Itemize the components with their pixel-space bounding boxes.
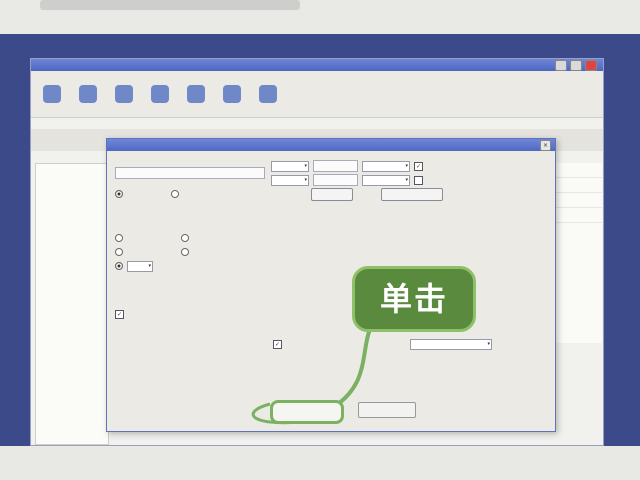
disk-field[interactable] (115, 167, 265, 179)
advanced-settings: ✓ (271, 155, 531, 201)
rebuild-mbr-option: ✓ (115, 307, 265, 321)
app-titlebar (31, 59, 603, 71)
disk-section (115, 155, 265, 179)
note-line-1 (115, 375, 515, 385)
save-icon (43, 85, 61, 103)
menu-bar (31, 71, 603, 83)
radio-count-6[interactable] (181, 248, 189, 256)
radio-count-4[interactable] (181, 234, 189, 242)
page-bottom (0, 446, 640, 480)
close-button[interactable] (585, 60, 597, 71)
page-top (0, 0, 640, 34)
minimize-button[interactable] (555, 60, 567, 71)
right-panel (551, 163, 602, 343)
tool-save[interactable] (37, 83, 67, 103)
tree-item[interactable] (36, 182, 108, 191)
radio-gpt[interactable] (171, 190, 179, 198)
align-option: ✓ (273, 337, 533, 351)
disk-section-label (115, 155, 265, 164)
tree-item[interactable] (36, 173, 108, 182)
partition-2-label-select[interactable] (362, 174, 410, 186)
right-panel-row (552, 208, 602, 223)
tool-delete[interactable] (217, 83, 247, 103)
gear-icon (259, 85, 277, 103)
right-panel-header (552, 163, 602, 178)
align-checkbox[interactable]: ✓ (273, 339, 282, 349)
tool-disk[interactable] (145, 83, 175, 103)
tool-search[interactable] (73, 83, 103, 103)
dialog-notes (115, 375, 515, 395)
partition-2-size-field[interactable] (313, 174, 358, 186)
radio-count-5[interactable] (115, 248, 123, 256)
tree-item[interactable] (36, 164, 108, 173)
globe-icon (115, 85, 133, 103)
window-controls (555, 60, 597, 71)
leaf-icon (187, 85, 205, 103)
partition-type-options (115, 187, 265, 201)
trash-icon (223, 85, 241, 103)
radio-custom[interactable] (115, 262, 123, 270)
blurred-heading (40, 0, 300, 10)
rebuild-mbr-checkbox[interactable]: ✓ (115, 309, 124, 319)
tree-item[interactable] (36, 200, 108, 209)
ok-button[interactable] (270, 400, 344, 424)
radio-count-3[interactable] (115, 234, 123, 242)
partition-1-label-select[interactable] (362, 160, 410, 172)
restore-size-button[interactable] (311, 187, 353, 201)
tree-item[interactable] (36, 191, 108, 200)
note-line-2 (115, 385, 515, 395)
right-panel-row (552, 178, 602, 193)
search-icon (79, 85, 97, 103)
tool-globe[interactable] (109, 83, 139, 103)
partition-1-size-field[interactable] (313, 160, 358, 172)
primary-1-checkbox[interactable]: ✓ (414, 161, 423, 171)
partition-2-type-select[interactable] (271, 174, 309, 186)
settings-buttons (311, 187, 531, 201)
partition-row-1: ✓ (271, 159, 531, 173)
primary-2-checkbox[interactable] (414, 175, 423, 185)
restore-labels-button[interactable] (381, 187, 443, 201)
partition-1-type-select[interactable] (271, 160, 309, 172)
quick-partition-dialog: × ✓ (106, 138, 556, 432)
tool-format[interactable] (181, 83, 211, 103)
custom-count-select[interactable] (127, 260, 153, 272)
partition-count-section (115, 231, 265, 273)
partition-row-2 (271, 173, 531, 187)
right-panel-row (552, 193, 602, 208)
disk-icon (151, 85, 169, 103)
disk-tree (35, 163, 109, 445)
sector-align-select[interactable] (410, 338, 492, 350)
cancel-button[interactable] (358, 402, 416, 418)
maximize-button[interactable] (570, 60, 582, 71)
close-icon[interactable]: × (540, 140, 551, 151)
partition-type-section (115, 187, 265, 201)
callout-label: 单击 (352, 266, 476, 332)
tool-settings[interactable] (253, 83, 283, 103)
dialog-title: × (107, 139, 555, 151)
toolbar (31, 83, 603, 118)
radio-mbr[interactable] (115, 190, 123, 198)
